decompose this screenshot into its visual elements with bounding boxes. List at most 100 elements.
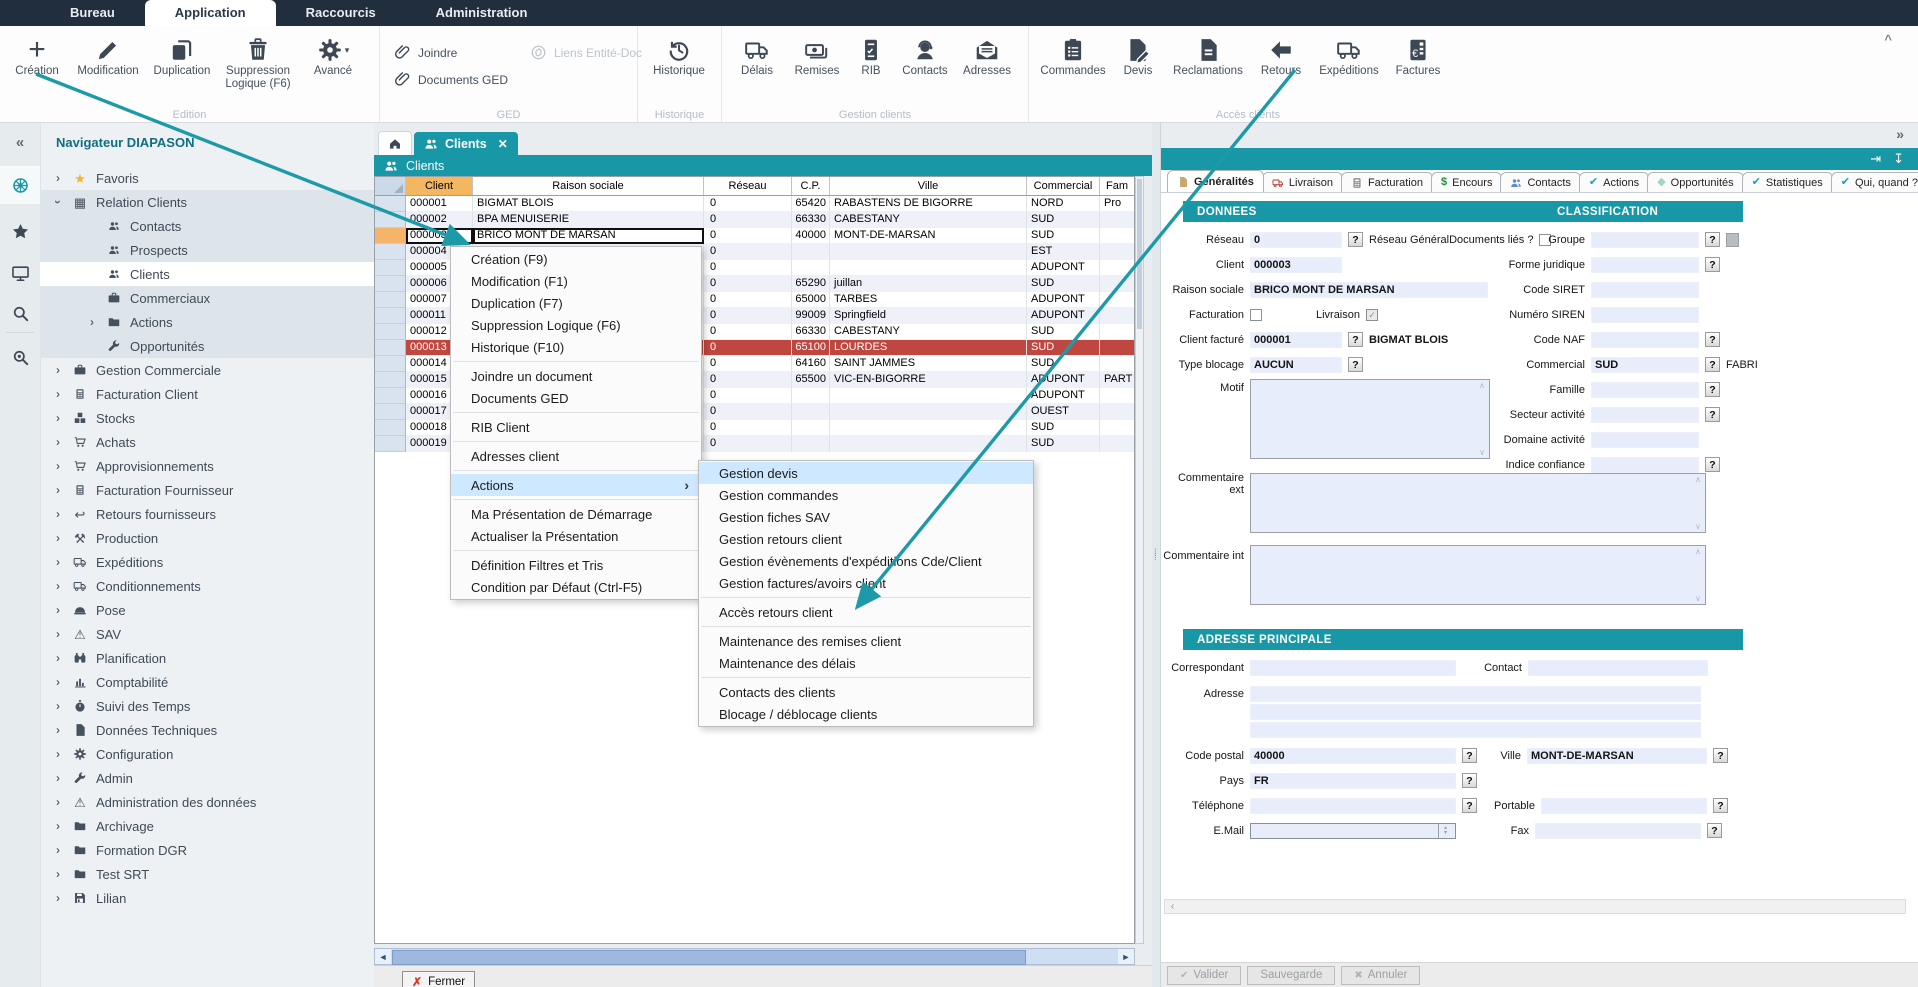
submenu-item[interactable]: Gestion factures/avoirs client [699, 572, 1033, 594]
row-selector-cell[interactable] [375, 388, 406, 404]
scroll-left-icon[interactable]: ‹ [1165, 901, 1180, 912]
favorites-star-icon[interactable] [0, 212, 40, 250]
contact-field[interactable] [1528, 660, 1708, 676]
chevron-icon[interactable] [52, 555, 64, 569]
select-all-corner[interactable] [375, 177, 406, 195]
tree-item[interactable]: Formation DGR [40, 838, 374, 862]
code-siret-field[interactable] [1591, 282, 1699, 298]
tree-item[interactable]: Pose [40, 598, 374, 622]
secteur-activite-field[interactable] [1591, 407, 1699, 423]
context-menu-item[interactable]: Documents GED [451, 387, 701, 409]
column-header-ville[interactable]: Ville [830, 177, 1027, 195]
correspondant-field[interactable] [1250, 660, 1456, 676]
row-selector-cell[interactable] [375, 276, 406, 292]
submenu-item[interactable]: Gestion commandes [699, 484, 1033, 506]
submenu-item[interactable]: Gestion fiches SAV [699, 506, 1033, 528]
table-horizontal-scrollbar[interactable]: ◄ ► [374, 948, 1135, 965]
ribbon-collapse-chevron-icon[interactable]: ^ [1884, 32, 1892, 47]
chevron-icon[interactable] [52, 891, 64, 905]
tree-item[interactable]: ↩ Retours fournisseurs [40, 502, 374, 526]
detail-tab[interactable]: $ Encours [1431, 172, 1502, 192]
tree-item[interactable]: Clients [40, 262, 374, 286]
menubar-tab[interactable]: Administration [406, 0, 558, 26]
detail-tab[interactable]: ✔ Statistiques [1742, 172, 1833, 192]
help-button[interactable] [1705, 357, 1720, 372]
chevron-icon[interactable] [52, 387, 64, 401]
expeditions-button[interactable]: Expéditions [1313, 32, 1385, 78]
code-naf-field[interactable] [1591, 332, 1699, 348]
column-header-famille[interactable]: Fam [1100, 177, 1134, 195]
row-selector-cell[interactable] [375, 244, 406, 260]
chevron-icon[interactable] [52, 627, 64, 641]
chevron-icon[interactable] [86, 315, 98, 329]
tree-item[interactable]: Prospects [40, 238, 374, 262]
monitor-icon[interactable] [0, 254, 40, 292]
row-selector-cell[interactable] [375, 420, 406, 436]
submenu-item[interactable] [701, 597, 1031, 598]
chevron-icon[interactable] [52, 675, 64, 689]
tree-item[interactable]: Configuration [40, 742, 374, 766]
row-selector-cell[interactable] [375, 436, 406, 452]
tree-item[interactable]: Approvisionnements [40, 454, 374, 478]
factures-button[interactable]: Factures [1389, 32, 1447, 78]
menubar-tab[interactable]: Raccourcis [276, 0, 406, 26]
row-selector-cell[interactable] [375, 372, 406, 388]
creation-button[interactable]: + Création [8, 32, 66, 91]
help-button[interactable] [1705, 257, 1720, 272]
chevron-icon[interactable] [52, 867, 64, 881]
tree-item[interactable]: Données Techniques [40, 718, 374, 742]
tree-item[interactable]: Actions [40, 310, 374, 334]
menubar-tab[interactable]: Application [145, 0, 276, 26]
help-button[interactable] [1348, 232, 1363, 247]
help-button[interactable] [1713, 798, 1728, 813]
chevron-icon[interactable] [52, 819, 64, 833]
livraison-checkbox[interactable] [1366, 309, 1378, 321]
column-header-raison-sociale[interactable]: Raison sociale [473, 177, 704, 195]
reclamations-button[interactable]: Reclamations [1167, 32, 1249, 78]
context-menu-item[interactable]: RIB Client [451, 416, 701, 438]
detail-horizontal-scrollbar[interactable]: ‹ [1164, 899, 1906, 914]
tree-item[interactable]: Opportunités [40, 334, 374, 358]
help-button[interactable] [1705, 332, 1720, 347]
search-location-icon[interactable] [0, 338, 40, 376]
chevron-icon[interactable] [52, 747, 64, 761]
row-selector-cell[interactable] [375, 340, 406, 356]
tree-item[interactable]: ⚒ Production [40, 526, 374, 550]
devis-button[interactable]: Devis [1113, 32, 1163, 78]
spinner-icon[interactable]: ▴▾ [1438, 824, 1452, 838]
search-icon[interactable] [0, 294, 40, 332]
chevron-icon[interactable] [52, 459, 64, 473]
groupe-field[interactable] [1591, 232, 1699, 248]
motif-textarea[interactable]: ∧∨ [1250, 379, 1490, 459]
pays-field[interactable]: FR [1250, 773, 1456, 789]
submenu-item[interactable]: Gestion évènements d'expéditions Cde/Cli… [699, 550, 1033, 572]
context-menu-item[interactable]: Création (F9) [451, 248, 701, 270]
column-header-cp[interactable]: C.P. [792, 177, 830, 195]
chevron-icon[interactable] [52, 435, 64, 449]
tree-item[interactable]: Admin [40, 766, 374, 790]
column-header-commercial[interactable]: Commercial [1027, 177, 1100, 195]
table-row[interactable]: 000003 BRICO MONT DE MARSAN 0 40000 MONT… [375, 228, 1134, 244]
indice-confiance-field[interactable] [1591, 457, 1699, 473]
dock-bottom-icon[interactable]: ↧ [1893, 151, 1904, 167]
chevron-icon[interactable] [52, 195, 64, 209]
table-vertical-scrollbar[interactable] [1135, 176, 1144, 944]
submenu-item[interactable]: Blocage / déblocage clients [699, 703, 1033, 725]
menubar-tab[interactable]: Bureau [40, 0, 145, 26]
tree-item[interactable]: Suivi des Temps [40, 694, 374, 718]
context-menu-item[interactable] [453, 470, 699, 471]
context-menu-item[interactable]: Joindre un document [451, 365, 701, 387]
adresse-line2-field[interactable] [1250, 704, 1701, 720]
context-menu-item[interactable] [453, 441, 699, 442]
help-button[interactable] [1705, 382, 1720, 397]
historique-button[interactable]: Historique [646, 32, 712, 78]
tree-item[interactable]: Commerciaux [40, 286, 374, 310]
pin-right-icon[interactable]: ⇥ [1870, 151, 1881, 167]
client-facture-field[interactable]: 000001 [1250, 332, 1342, 348]
chevron-icon[interactable] [52, 171, 64, 185]
type-blocage-field[interactable]: AUCUN [1250, 357, 1342, 373]
help-button[interactable] [1705, 232, 1720, 247]
client-field[interactable]: 000003 [1250, 257, 1342, 273]
numero-siren-field[interactable] [1591, 307, 1699, 323]
submenu-item[interactable] [701, 626, 1031, 627]
